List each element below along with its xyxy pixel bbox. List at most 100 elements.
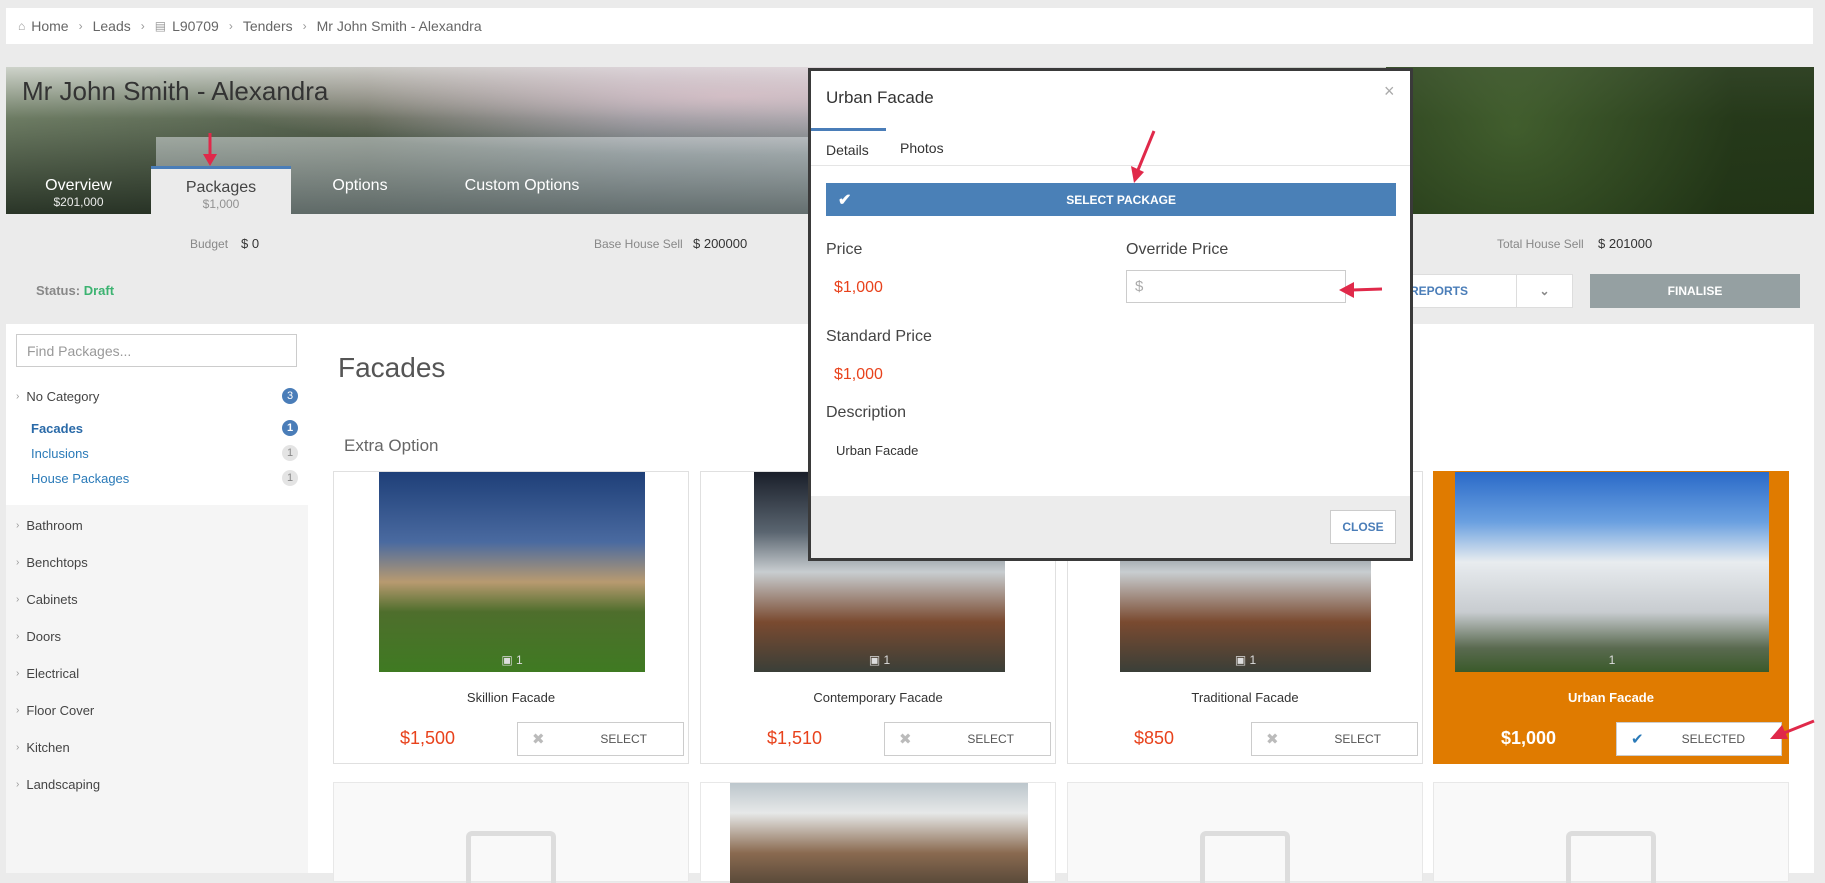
budget-value: $ 0 — [241, 236, 260, 251]
image-placeholder-icon — [1200, 831, 1290, 883]
sidebar-item-facades[interactable]: Facades 1 — [31, 420, 298, 436]
price-value: $1,000 — [834, 279, 883, 296]
close-icon: ✖ — [899, 731, 912, 748]
select-package-button[interactable]: ✔ SELECT PACKAGE — [826, 183, 1396, 216]
modal-tab-details[interactable]: Details — [811, 128, 886, 158]
chevron-right-icon: › — [228, 19, 233, 33]
select-button[interactable]: ✖ SELECT — [1251, 722, 1418, 756]
image-placeholder-icon — [466, 831, 556, 883]
breadcrumb-home[interactable]: Home — [31, 18, 68, 34]
package-price: $1,000 — [1501, 728, 1557, 748]
annotation-arrow-icon — [1131, 130, 1156, 183]
select-button[interactable]: ✖ SELECT — [884, 722, 1051, 756]
modal-tab-photos[interactable]: Photos — [900, 140, 944, 156]
checkmark-icon: ✔ — [1631, 731, 1644, 748]
chevron-right-icon: › — [16, 742, 20, 753]
breadcrumb-tenders[interactable]: Tenders — [243, 18, 293, 34]
count-badge: 1 — [282, 445, 298, 461]
photo-count: 1 — [1455, 653, 1769, 667]
count-badge: 1 — [282, 420, 298, 436]
annotation-arrow-icon — [203, 133, 217, 166]
annotation-arrow-icon — [1339, 282, 1383, 298]
select-button-label: SELECT — [967, 732, 1014, 746]
package-card-selected[interactable]: 1 Urban Facade $1,000 ✔ SELECTED — [1433, 471, 1789, 764]
sidebar-item-kitchen[interactable]: › Kitchen — [16, 740, 298, 755]
package-name: Skillion Facade — [466, 690, 556, 705]
sidebar-item-label: Doors — [26, 629, 62, 644]
override-price-input[interactable]: $ — [1126, 270, 1346, 303]
selected-button[interactable]: ✔ SELECTED — [1616, 722, 1782, 756]
chevron-right-icon: › — [78, 19, 83, 33]
package-photo[interactable]: ▣ 1 — [379, 472, 645, 672]
package-name: Contemporary Facade — [813, 690, 943, 705]
sidebar-item-label: Kitchen — [26, 740, 70, 755]
select-button-label: SELECTED — [1681, 732, 1745, 746]
status: Status: Draft — [36, 283, 114, 298]
status-label: Status: — [36, 283, 81, 298]
photo-count: ▣ 1 — [868, 653, 891, 667]
tab-options[interactable]: Options — [291, 166, 429, 214]
find-packages-input[interactable]: Find Packages... — [16, 334, 297, 367]
sidebar-item-landscaping[interactable]: › Landscaping — [16, 777, 298, 792]
section-heading: Facades — [338, 352, 446, 383]
description-value: Urban Facade — [836, 443, 919, 458]
sidebar-item-label: Cabinets — [26, 592, 78, 607]
modal-tab-divider — [811, 165, 1410, 166]
close-button[interactable]: CLOSE — [1330, 510, 1396, 544]
modal-footer — [811, 496, 1410, 558]
sidebar-item-benchtops[interactable]: › Benchtops — [16, 555, 298, 570]
sidebar-item-house-packages[interactable]: House Packages 1 — [31, 470, 298, 486]
package-card-placeholder[interactable] — [1433, 782, 1789, 883]
sidebar-item-no-category[interactable]: › No Category 3 — [16, 388, 298, 404]
tab-overview[interactable]: Overview $201,000 — [6, 166, 151, 214]
chevron-right-icon: › — [16, 705, 20, 716]
close-icon: ✖ — [532, 731, 545, 748]
package-card[interactable] — [700, 782, 1056, 883]
sidebar-item-label: Landscaping — [26, 777, 101, 792]
sidebar-item-cabinets[interactable]: › Cabinets — [16, 592, 298, 607]
close-icon: ✖ — [1266, 731, 1279, 748]
sidebar-item-inclusions[interactable]: Inclusions 1 — [31, 445, 298, 461]
package-details-modal — [808, 68, 1413, 561]
tab-packages[interactable]: Packages $1,000 — [151, 166, 291, 214]
image-placeholder-icon — [1566, 831, 1656, 883]
package-card-placeholder[interactable] — [333, 782, 689, 883]
sidebar-item-doors[interactable]: › Doors — [16, 629, 298, 644]
banner-trees-image — [1386, 67, 1814, 214]
tab-custom-options-label: Custom Options — [464, 177, 580, 194]
package-photo[interactable]: 1 — [1455, 472, 1769, 672]
sidebar-item-label: Electrical — [26, 666, 80, 681]
chevron-right-icon: › — [16, 779, 20, 790]
finalise-button[interactable]: FINALISE — [1590, 274, 1800, 308]
chevron-right-icon: › — [16, 594, 20, 605]
book-icon: ▤ — [154, 19, 167, 33]
reports-label: REPORTS — [1410, 284, 1469, 298]
sidebar-item-label: Bathroom — [26, 518, 83, 533]
breadcrumb-lead-id[interactable]: L90709 — [172, 18, 219, 34]
reports-button[interactable]: REPORTS ⌄ — [1395, 274, 1573, 308]
standard-price-label: Standard Price — [826, 328, 932, 345]
sidebar-item-electrical[interactable]: › Electrical — [16, 666, 298, 681]
package-card[interactable]: ▣ 1 Skillion Facade $1,500 ✖ SELECT — [333, 471, 689, 764]
select-button-label: SELECT — [1334, 732, 1381, 746]
home-icon: ⌂ — [18, 19, 26, 33]
total-house-sell-label: Total House Sell — [1497, 237, 1584, 251]
sidebar-item-bathroom[interactable]: › Bathroom — [16, 518, 298, 533]
total-house-sell-value: $ 201000 — [1598, 236, 1653, 251]
package-card-placeholder[interactable] — [1067, 782, 1423, 883]
photo-count-value: 1 — [1608, 653, 1616, 667]
sidebar-item-floor-cover[interactable]: › Floor Cover — [16, 703, 298, 718]
photo-count-value: 1 — [1249, 653, 1257, 667]
tab-overview-amount: $201,000 — [53, 195, 104, 209]
photo-count: ▣ 1 — [501, 653, 523, 667]
select-button[interactable]: ✖ SELECT — [517, 722, 684, 756]
price-label: Price — [826, 241, 863, 258]
override-price-label: Override Price — [1126, 241, 1229, 258]
breadcrumb-current: Mr John Smith - Alexandra — [316, 18, 482, 34]
close-icon[interactable]: × — [1384, 81, 1395, 102]
package-photo[interactable] — [730, 783, 1028, 883]
chevron-down-icon[interactable]: ⌄ — [1516, 275, 1572, 307]
breadcrumb-leads[interactable]: Leads — [93, 18, 131, 34]
tab-custom-options[interactable]: Custom Options — [429, 166, 615, 214]
chevron-right-icon: › — [16, 557, 20, 568]
